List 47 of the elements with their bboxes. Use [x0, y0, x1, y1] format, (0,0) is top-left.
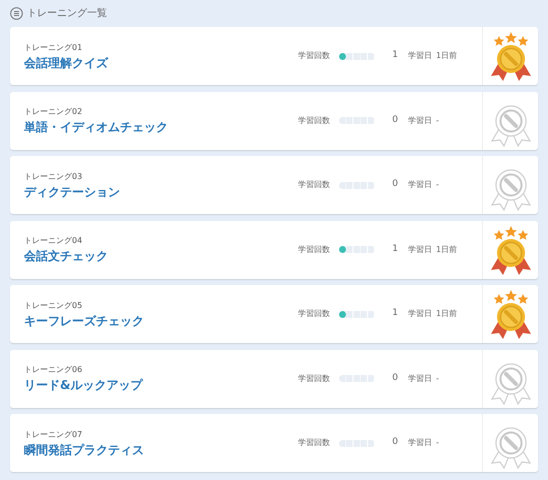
training-card[interactable]: トレーニング01 会話理解クイズ 学習回数 1 学習日 1日前	[10, 27, 538, 85]
count-value: 1	[391, 242, 398, 256]
date-value: 1日前	[436, 308, 458, 320]
count-label: 学習回数	[298, 372, 331, 384]
count-value: 0	[391, 178, 398, 192]
count-label: 学習回数	[298, 114, 331, 126]
date-value: -	[436, 114, 439, 126]
count-label: 学習回数	[298, 50, 331, 62]
date-value: 1日前	[436, 50, 458, 62]
list-icon	[10, 6, 23, 20]
training-number: トレーニング02	[24, 106, 84, 118]
section-title: トレーニング一覧	[27, 6, 107, 20]
count-label: 学習回数	[298, 244, 331, 256]
training-card[interactable]: トレーニング05 キーフレーズチェック 学習回数 1 学習日 1日前	[10, 285, 538, 343]
training-title: 会話理解クイズ	[24, 54, 110, 70]
date-value: -	[436, 372, 439, 384]
training-title: 瞬間発話プラクティス	[24, 442, 145, 458]
training-card[interactable]: トレーニング04 会話文チェック 学習回数 1 学習日 1日前	[10, 220, 538, 278]
date-value: 1日前	[436, 244, 458, 256]
date-label: 学習日	[408, 437, 432, 449]
date-label: 学習日	[408, 179, 432, 191]
date-label: 学習日	[408, 244, 432, 256]
count-value: 0	[391, 436, 398, 450]
training-number: トレーニング03	[24, 170, 84, 182]
date-label: 学習日	[408, 372, 432, 384]
count-value: 0	[391, 114, 398, 127]
training-title: 会話文チェック	[24, 248, 109, 264]
date-value: -	[436, 437, 439, 449]
training-number: トレーニング06	[24, 364, 84, 376]
count-value: 1	[391, 307, 398, 320]
training-title: ディクテーション	[24, 184, 121, 200]
training-title: 単語・イディオムチェック	[24, 119, 169, 135]
training-number: トレーニング05	[24, 300, 84, 312]
date-value: -	[436, 179, 439, 191]
training-number: トレーニング04	[24, 235, 84, 247]
count-label: 学習回数	[298, 437, 331, 449]
training-number: トレーニング07	[24, 428, 84, 440]
training-title: キーフレーズチェック	[24, 312, 145, 328]
training-number: トレーニング01	[24, 42, 84, 54]
count-value: 0	[391, 372, 398, 385]
date-label: 学習日	[408, 308, 432, 320]
count-label: 学習回数	[298, 308, 331, 320]
count-label: 学習回数	[298, 179, 331, 191]
date-label: 学習日	[408, 50, 432, 62]
date-label: 学習日	[408, 114, 432, 126]
count-value: 1	[391, 49, 398, 62]
training-title: リード&ルックアップ	[24, 377, 144, 393]
